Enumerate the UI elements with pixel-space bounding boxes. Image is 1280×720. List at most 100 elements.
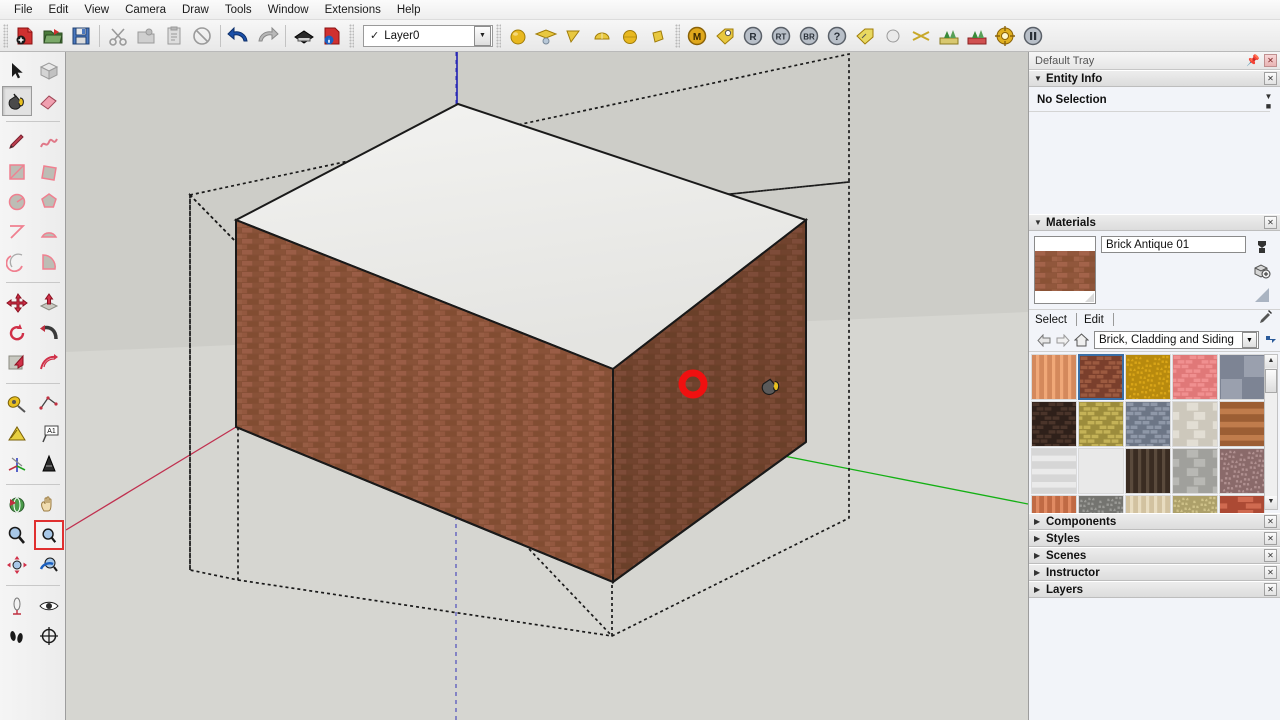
menu-camera[interactable]: Camera <box>117 1 174 19</box>
polygon-icon[interactable] <box>34 187 64 217</box>
erase-circle-icon[interactable] <box>188 22 216 50</box>
rt-badge-icon[interactable]: RT <box>767 22 795 50</box>
scrollbar-thumb[interactable] <box>1265 369 1277 393</box>
zoom-window-icon[interactable] <box>33 520 64 550</box>
create-material-icon[interactable] <box>1251 236 1273 258</box>
br-badge-icon[interactable]: BR <box>795 22 823 50</box>
swatch-scrollbar[interactable]: ▲ ▼ <box>1264 354 1278 510</box>
sphere-light-icon[interactable] <box>616 22 644 50</box>
material-swatch[interactable] <box>1078 354 1124 400</box>
menu-tools[interactable]: Tools <box>217 1 260 19</box>
menu-window[interactable]: Window <box>260 1 317 19</box>
cut-scissors-icon[interactable] <box>104 22 132 50</box>
menu-file[interactable]: File <box>6 1 41 19</box>
current-material-thumbnail[interactable] <box>1034 236 1096 304</box>
material-name-input[interactable]: Brick Antique 01 <box>1101 236 1246 253</box>
panel-header-instructor[interactable]: ▶ Instructor ✕ <box>1029 564 1280 581</box>
protractor-icon[interactable] <box>2 419 32 449</box>
panel-header-styles[interactable]: ▶ Styles ✕ <box>1029 530 1280 547</box>
tag-yellow-icon[interactable] <box>851 22 879 50</box>
rotated-rectangle-icon[interactable] <box>34 157 64 187</box>
target-gold-icon[interactable] <box>991 22 1019 50</box>
menu-view[interactable]: View <box>76 1 117 19</box>
default-material-icon[interactable] <box>1251 284 1273 306</box>
walk-icon[interactable] <box>2 621 32 651</box>
dome-icon[interactable] <box>588 22 616 50</box>
pie-icon[interactable] <box>34 247 64 277</box>
model-viewport[interactable] <box>66 52 1028 720</box>
copy-icon[interactable] <box>132 22 160 50</box>
material-swatch[interactable] <box>1031 448 1077 494</box>
scene-trees-icon[interactable] <box>935 22 963 50</box>
pin-icon[interactable]: 📌 <box>1246 54 1260 67</box>
layer-combo[interactable]: ✓ Layer0 ▼ <box>363 24 493 47</box>
help-badge-icon[interactable]: ? <box>823 22 851 50</box>
redo-arrow-icon[interactable] <box>253 22 281 50</box>
scene-trees-red-icon[interactable] <box>963 22 991 50</box>
material-swatch[interactable] <box>1031 354 1077 400</box>
two-point-arc-icon[interactable] <box>34 217 64 247</box>
select-arrow-icon[interactable] <box>2 56 32 86</box>
panel-close-icon[interactable]: ✕ <box>1264 72 1277 85</box>
orbit-icon[interactable] <box>2 490 32 520</box>
material-swatch[interactable] <box>1172 448 1218 494</box>
panel-close-icon[interactable]: ✕ <box>1264 566 1277 579</box>
paint-bucket-icon[interactable] <box>1 86 32 116</box>
toolbar-grip[interactable] <box>3 23 8 48</box>
arc-icon[interactable] <box>2 217 32 247</box>
pause-badge-icon[interactable] <box>1019 22 1047 50</box>
menu-draw[interactable]: Draw <box>174 1 217 19</box>
material-category-select[interactable]: Brick, Cladding and Siding ▼ <box>1094 331 1259 349</box>
menu-help[interactable]: Help <box>389 1 429 19</box>
follow-me-icon[interactable] <box>34 318 64 348</box>
material-swatch[interactable] <box>1125 401 1171 447</box>
tape-measure-icon[interactable] <box>2 389 32 419</box>
light-cone-icon[interactable] <box>560 22 588 50</box>
scale-icon[interactable] <box>2 348 32 378</box>
line-pencil-icon[interactable] <box>2 127 32 157</box>
look-around-icon[interactable] <box>34 591 64 621</box>
material-swatch[interactable] <box>1078 448 1124 494</box>
zoom-icon[interactable] <box>2 520 32 550</box>
tag-gold-icon[interactable] <box>711 22 739 50</box>
panel-header-components[interactable]: ▶ Components ✕ <box>1029 513 1280 530</box>
paste-icon[interactable] <box>160 22 188 50</box>
expand-collapse-icon[interactable]: ▼ ■ <box>1261 91 1276 111</box>
close-icon[interactable]: ✕ <box>1264 54 1277 67</box>
panel-header-materials[interactable]: ▼ Materials ✕ <box>1029 214 1280 231</box>
previous-view-icon[interactable] <box>34 550 64 580</box>
details-arrow-icon[interactable] <box>1261 331 1280 349</box>
menu-edit[interactable]: Edit <box>41 1 77 19</box>
chevron-down-icon[interactable]: ▼ <box>474 25 491 46</box>
crossed-tools-icon[interactable] <box>907 22 935 50</box>
scroll-down-icon[interactable]: ▼ <box>1265 496 1277 509</box>
panel-close-icon[interactable]: ✕ <box>1264 216 1277 229</box>
undo-arrow-icon[interactable] <box>225 22 253 50</box>
panel-close-icon[interactable]: ✕ <box>1264 515 1277 528</box>
back-arrow-icon[interactable] <box>1034 331 1053 349</box>
save-floppy-icon[interactable] <box>67 22 95 50</box>
material-swatch[interactable] <box>1078 401 1124 447</box>
chevron-down-icon[interactable]: ▼ <box>1242 332 1257 348</box>
r-badge-icon[interactable]: R <box>739 22 767 50</box>
pan-hand-icon[interactable] <box>34 490 64 520</box>
eraser-icon[interactable] <box>34 86 64 116</box>
material-swatch[interactable] <box>1125 354 1171 400</box>
zoom-extents-icon[interactable] <box>2 550 32 580</box>
tab-select[interactable]: Select <box>1035 314 1075 326</box>
m-badge-icon[interactable]: M <box>683 22 711 50</box>
material-swatch[interactable] <box>1031 401 1077 447</box>
panel-header-entity-info[interactable]: ▼ Entity Info ✕ <box>1029 70 1280 87</box>
panel-header-layers[interactable]: ▶ Layers ✕ <box>1029 581 1280 598</box>
toolbar-grip-2[interactable] <box>349 23 354 48</box>
material-swatch[interactable] <box>1219 401 1265 447</box>
dimension-icon[interactable] <box>34 389 64 419</box>
three-point-arc-icon[interactable] <box>2 247 32 277</box>
panel-close-icon[interactable]: ✕ <box>1264 549 1277 562</box>
model-canvas[interactable] <box>66 52 1028 720</box>
model-info-icon[interactable] <box>318 22 346 50</box>
panel-close-icon[interactable]: ✕ <box>1264 583 1277 596</box>
push-pull-icon[interactable] <box>34 288 64 318</box>
new-document-icon[interactable] <box>11 22 39 50</box>
sphere-gold-icon[interactable] <box>504 22 532 50</box>
